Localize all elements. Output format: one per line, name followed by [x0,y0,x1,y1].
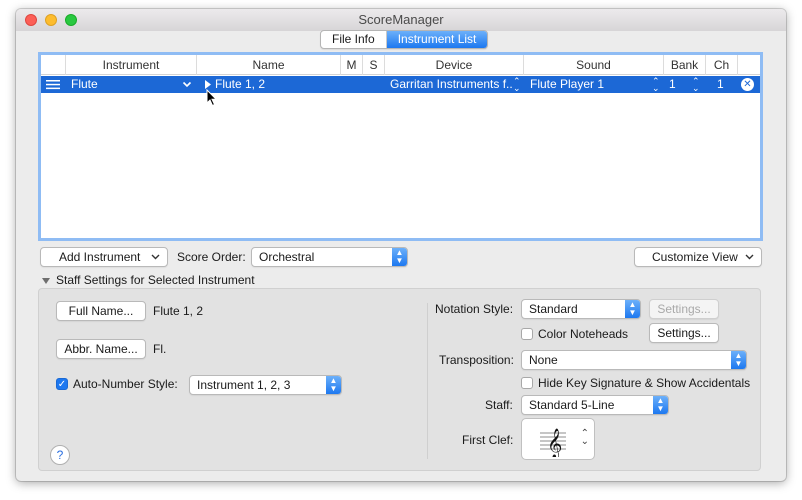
hide-key-signature-label: Hide Key Signature & Show Accidentals [538,376,751,390]
close-window-button[interactable] [25,14,37,26]
updown-arrows-icon: ▲ ▼ [326,376,341,394]
full-name-value: Flute 1, 2 [153,304,204,318]
tab-instrument-list[interactable]: Instrument List [386,31,488,48]
notation-style-popup[interactable]: Standard ▲ ▼ [521,299,641,319]
svg-text:𝄞: 𝄞 [547,428,562,457]
transposition-label: Transposition: [439,353,514,367]
column-header-solo[interactable]: S [362,55,384,75]
hide-key-signature-checkbox[interactable] [521,377,533,389]
channel-cell[interactable]: 1 [717,76,733,93]
updown-arrows-icon: ▲ ▼ [625,300,640,318]
auto-number-value: Instrument 1, 2, 3 [197,378,291,392]
sound-cell[interactable]: Flute Player 1 [530,76,650,93]
minimize-window-button[interactable] [45,14,57,26]
table-header: Instrument Name M S Device Sound Bank Ch [41,55,760,75]
color-noteheads-settings-button[interactable]: Settings... [649,323,719,343]
staff-value: Standard 5-Line [529,398,615,412]
color-noteheads-checkbox[interactable] [521,328,533,340]
title-bar: ScoreManager [16,9,786,31]
auto-number-label: Auto-Number Style: [73,377,178,391]
column-header-device[interactable]: Device [384,55,523,75]
chevron-down-icon [745,248,754,271]
score-manager-window: ScoreManager File Info Instrument List I… [16,9,786,481]
chevron-down-icon[interactable] [182,76,192,93]
updown-arrows-icon: ⌃ ⌄ [580,428,589,447]
notation-style-label: Notation Style: [435,302,514,316]
first-clef-selector[interactable]: 𝄞 ⌃ ⌄ [521,418,595,460]
tab-selector: File Info Instrument List [320,30,489,49]
updown-arrows-icon[interactable]: ⌃ ⌄ [692,77,700,93]
remove-icon[interactable]: ✕ [741,78,754,91]
instrument-table[interactable]: Instrument Name M S Device Sound Bank Ch… [38,52,763,241]
device-cell[interactable]: Garritan Instruments f... [390,76,512,93]
column-header-sound[interactable]: Sound [523,55,663,75]
chevron-down-icon [151,248,160,271]
auto-number-popup[interactable]: Instrument 1, 2, 3 ▲ ▼ [189,375,342,395]
column-header-name[interactable]: Name [196,55,340,75]
notation-settings-button[interactable]: Settings... [649,299,719,319]
transposition-value: None [529,353,558,367]
staff-settings-header: Staff Settings for Selected Instrument [56,273,255,287]
first-clef-label: First Clef: [462,433,514,447]
column-header-handle [41,55,65,75]
bank-cell[interactable]: 1 [669,76,685,93]
updown-arrows-icon: ▲ ▼ [731,351,746,369]
abbr-name-value: Fl. [153,342,167,356]
instrument-cell[interactable]: Flute [71,76,171,93]
updown-arrows-icon: ▲ ▼ [392,248,407,266]
column-header-mute[interactable]: M [340,55,362,75]
score-order-label: Score Order: [177,250,246,264]
customize-view-label: Customize View [652,250,738,264]
staff-popup[interactable]: Standard 5-Line ▲ ▼ [521,395,669,415]
score-order-popup[interactable]: Orchestral ▲ ▼ [251,247,408,267]
treble-clef-icon: 𝄞 [540,428,566,457]
abbr-name-button[interactable]: Abbr. Name... [56,339,146,359]
column-header-remove [737,55,760,75]
score-order-value: Orchestral [259,250,315,264]
auto-number-checkbox[interactable]: ✓ [56,378,68,390]
help-icon[interactable]: ? [50,445,70,465]
disclosure-triangle-icon[interactable] [41,275,51,289]
add-instrument-label: Add Instrument [59,250,141,264]
updown-arrows-icon[interactable]: ⌃ ⌄ [513,77,521,93]
add-instrument-button[interactable]: Add Instrument [40,247,168,267]
column-header-instrument[interactable]: Instrument [65,55,196,75]
staff-settings-panel: Full Name... Flute 1, 2 Abbr. Name... Fl… [38,288,761,471]
staff-label: Staff: [485,398,513,412]
drag-handle-icon[interactable] [46,76,60,93]
window-title: ScoreManager [358,12,444,27]
column-divider [427,303,428,459]
updown-arrows-icon: ▲ ▼ [653,396,668,414]
color-noteheads-label: Color Noteheads [538,327,629,341]
mouse-pointer-icon [206,89,218,107]
full-name-button[interactable]: Full Name... [56,301,146,321]
transposition-popup[interactable]: None ▲ ▼ [521,350,747,370]
table-row[interactable]: Flute Flute 1, 2 Garritan Instruments f.… [41,76,760,93]
name-cell[interactable]: Flute 1, 2 [215,76,335,93]
tab-file-info[interactable]: File Info [321,31,387,48]
updown-arrows-icon[interactable]: ⌃ ⌄ [652,77,660,93]
customize-view-button[interactable]: Customize View [634,247,762,267]
zoom-window-button[interactable] [65,14,77,26]
column-header-bank[interactable]: Bank [663,55,705,75]
notation-style-value: Standard [529,302,578,316]
column-header-channel[interactable]: Ch [705,55,737,75]
